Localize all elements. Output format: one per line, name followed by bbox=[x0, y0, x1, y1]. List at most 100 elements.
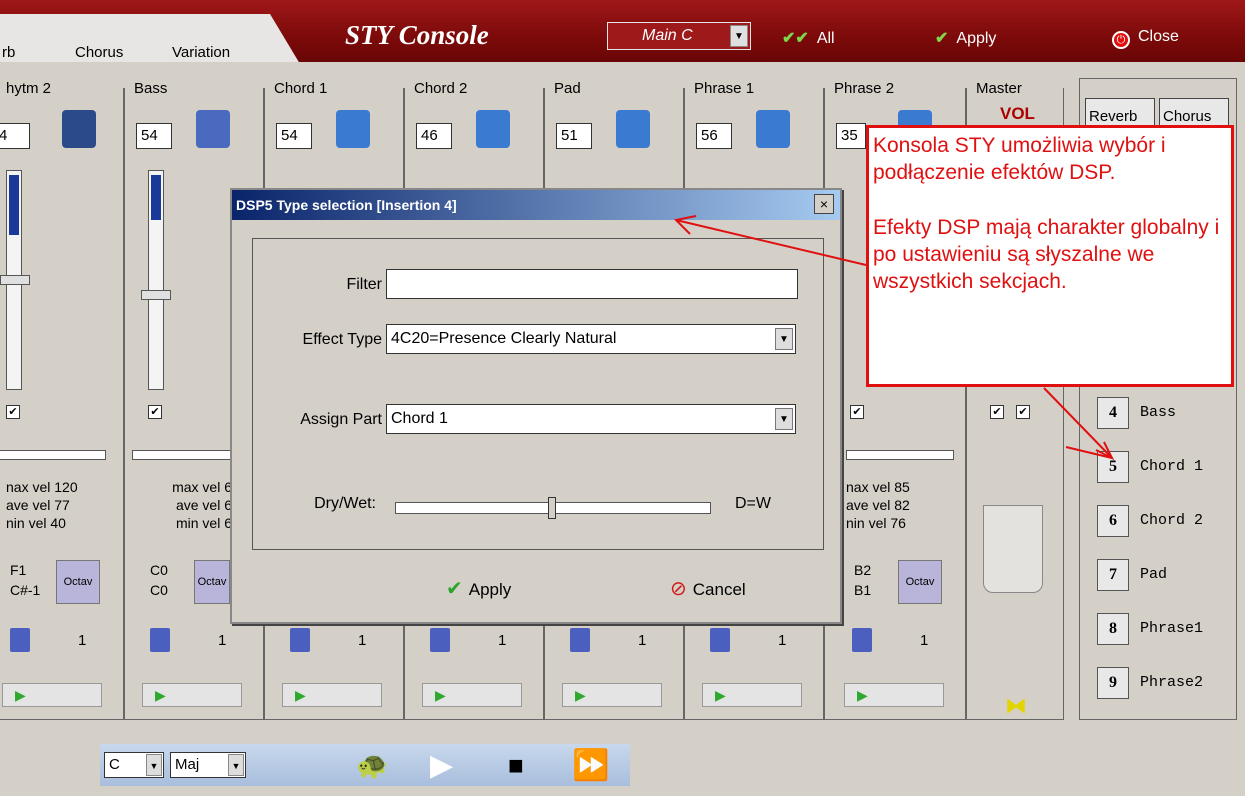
apply-header-button[interactable]: ✔ Apply bbox=[935, 28, 996, 48]
part-button-7[interactable]: 7 bbox=[1097, 559, 1129, 591]
volume-field[interactable]: 46 bbox=[416, 123, 452, 149]
velocity-info: nax vel 85 ave vel 82 nin vel 76 bbox=[846, 479, 910, 531]
count-label: 1 bbox=[218, 632, 227, 649]
volume-field[interactable]: 54 bbox=[136, 123, 172, 149]
floppy-disk-icon[interactable] bbox=[150, 628, 170, 652]
fader-handle[interactable] bbox=[141, 290, 171, 300]
apply-label: Apply bbox=[956, 30, 997, 47]
volume-fader[interactable] bbox=[148, 170, 164, 390]
close-label: Close bbox=[1138, 28, 1179, 45]
play-button[interactable]: ▶ bbox=[142, 683, 242, 707]
count-label: 1 bbox=[358, 632, 367, 649]
range-notes: F1 C#-1 bbox=[10, 562, 41, 598]
bowtie-icon[interactable]: ⧓ bbox=[1005, 693, 1027, 719]
bass-guitar-icon[interactable] bbox=[196, 110, 230, 148]
channel-enable-checkbox[interactable]: ✔ bbox=[148, 405, 162, 419]
velocity-info: nax vel 120 ave vel 77 nin vel 40 bbox=[6, 479, 78, 531]
cancel-button[interactable]: ⊘ Cancel bbox=[670, 576, 746, 601]
channel-enable-checkbox[interactable]: ✔ bbox=[6, 405, 20, 419]
close-icon[interactable]: × bbox=[814, 194, 834, 214]
section-select[interactable]: Main C ▼ bbox=[607, 22, 751, 50]
play-button[interactable]: ▶ bbox=[282, 683, 382, 707]
play-button[interactable]: ▶ bbox=[844, 683, 944, 707]
electric-guitar-icon[interactable] bbox=[616, 110, 650, 148]
cancel-button-label: Cancel bbox=[692, 580, 746, 599]
master-vol-label: VOL bbox=[1000, 104, 1035, 123]
part-button-4[interactable]: 4 bbox=[1097, 397, 1129, 429]
channel-label: Chord 1 bbox=[272, 80, 330, 97]
dialog-title: DSP5 Type selection [Insertion 4] bbox=[232, 190, 840, 220]
drywet-slider[interactable] bbox=[395, 497, 711, 519]
channel-label: Pad bbox=[552, 80, 583, 97]
floppy-disk-icon[interactable] bbox=[430, 628, 450, 652]
tab-variation[interactable]: Variation bbox=[172, 44, 230, 61]
assign-part-select[interactable]: Chord 1 ▼ bbox=[386, 404, 796, 434]
part-button-8[interactable]: 8 bbox=[1097, 613, 1129, 645]
volume-field[interactable]: 35 bbox=[836, 123, 866, 149]
recycle-bin-icon[interactable] bbox=[983, 505, 1043, 593]
check-icon: ✔ bbox=[935, 30, 949, 47]
master-checkbox[interactable]: ✔ bbox=[990, 405, 1004, 419]
electric-guitar-icon[interactable] bbox=[476, 110, 510, 148]
chevron-down-icon[interactable]: ▼ bbox=[775, 328, 793, 350]
master-checkbox[interactable]: ✔ bbox=[1016, 405, 1030, 419]
filter-input[interactable] bbox=[386, 269, 798, 299]
close-button[interactable]: ⏻ Close bbox=[1112, 28, 1179, 49]
double-check-icon: ✔✔ bbox=[782, 30, 809, 47]
all-button[interactable]: ✔✔ All bbox=[782, 28, 835, 48]
floppy-disk-icon[interactable] bbox=[710, 628, 730, 652]
pan-slider[interactable] bbox=[0, 450, 106, 460]
chevron-down-icon[interactable]: ▼ bbox=[775, 408, 793, 430]
part-button-6[interactable]: 6 bbox=[1097, 505, 1129, 537]
volume-field[interactable]: 56 bbox=[696, 123, 732, 149]
pan-slider[interactable] bbox=[132, 450, 240, 460]
chord-type-select[interactable]: Maj ▼ bbox=[170, 752, 246, 778]
floppy-disk-icon[interactable] bbox=[290, 628, 310, 652]
acoustic-guitar-icon[interactable] bbox=[336, 110, 370, 148]
floppy-disk-icon[interactable] bbox=[570, 628, 590, 652]
play-button[interactable]: ▶ bbox=[2, 683, 102, 707]
part-label: Chord 1 bbox=[1140, 458, 1204, 475]
effect-type-label: Effect Type bbox=[302, 331, 382, 348]
fast-forward-icon[interactable]: ⏩ bbox=[572, 748, 609, 783]
play-button[interactable]: ▶ bbox=[702, 683, 802, 707]
banjo-icon[interactable] bbox=[756, 110, 790, 148]
volume-field[interactable]: 4 bbox=[0, 123, 30, 149]
chevron-down-icon: ▼ bbox=[146, 754, 162, 776]
range-notes: B2 B1 bbox=[854, 562, 872, 598]
play-button[interactable]: ▶ bbox=[422, 683, 522, 707]
floppy-disk-icon[interactable] bbox=[852, 628, 872, 652]
volume-field[interactable]: 51 bbox=[556, 123, 592, 149]
apply-button[interactable]: ✔ Apply bbox=[446, 576, 511, 601]
tab-chorus[interactable]: Chorus bbox=[75, 44, 123, 61]
play-icon[interactable]: ▶ bbox=[430, 748, 453, 783]
octave-button[interactable]: Octav bbox=[194, 560, 230, 604]
channel-label: Bass bbox=[132, 80, 170, 97]
key-select[interactable]: C ▼ bbox=[104, 752, 164, 778]
effect-type-select[interactable]: 4C20=Presence Clearly Natural ▼ bbox=[386, 324, 796, 354]
tab-reverb[interactable]: rb bbox=[2, 44, 15, 61]
apply-button-label: Apply bbox=[468, 580, 512, 599]
filter-label: Filter bbox=[346, 276, 382, 293]
slider-thumb[interactable] bbox=[548, 497, 556, 519]
floppy-disk-icon[interactable] bbox=[10, 628, 30, 652]
channel-enable-checkbox[interactable]: ✔ bbox=[850, 405, 864, 419]
velocity-info: max vel 6 ave vel 6 min vel 6 bbox=[172, 479, 232, 531]
play-button[interactable]: ▶ bbox=[562, 683, 662, 707]
fader-handle[interactable] bbox=[0, 275, 30, 285]
drums-icon[interactable] bbox=[62, 110, 96, 148]
pan-slider[interactable] bbox=[846, 450, 954, 460]
octave-button[interactable]: Octav bbox=[56, 560, 100, 604]
chevron-down-icon[interactable]: ▼ bbox=[730, 25, 748, 47]
octave-button[interactable]: Octav bbox=[898, 560, 942, 604]
part-button-9[interactable]: 9 bbox=[1097, 667, 1129, 699]
check-circle-icon: ✔ bbox=[446, 578, 463, 600]
stop-icon[interactable]: ■ bbox=[508, 750, 524, 781]
tempo-turtle-icon[interactable]: 🐢 bbox=[356, 750, 388, 781]
volume-field[interactable]: 54 bbox=[276, 123, 312, 149]
chevron-down-icon: ▼ bbox=[228, 754, 244, 776]
master-label: Master bbox=[974, 80, 1024, 97]
count-label: 1 bbox=[498, 632, 507, 649]
part-button-5[interactable]: 5 bbox=[1097, 451, 1129, 483]
annotation-text-2: Efekty DSP mają charakter globalny i po … bbox=[873, 216, 1220, 293]
